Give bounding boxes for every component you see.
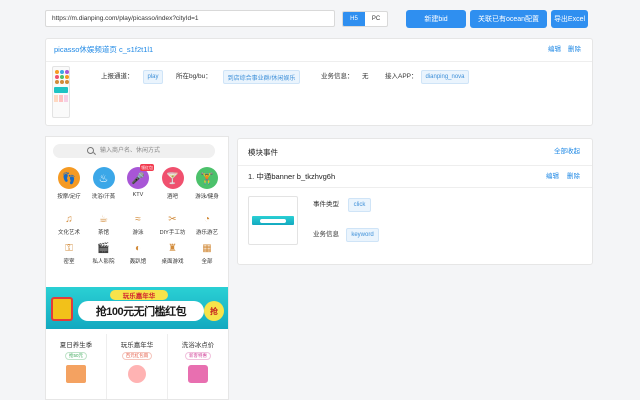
- promo-image: [188, 365, 208, 383]
- promo-tiles: 夏日养生季 抢50元 玩乐嘉年华 百元红包雨 洗浴冰点价 新客特惠: [46, 334, 228, 399]
- category-row-1: 👣 按摩/足疗 ♨ 洗浴/汗蒸 🎤 领红包 KTV 🍸 酒吧 🏋 游泳/健身: [49, 164, 227, 200]
- module-events-panel: 模块事件 全部收起 1. 中通banner b_tkzhvg6h 编辑 删除 事…: [237, 138, 593, 265]
- new-bid-button[interactable]: 新建bid: [406, 10, 466, 28]
- module-delete-link[interactable]: 删除: [567, 173, 580, 181]
- event-type-label: 事件类型: [313, 201, 339, 208]
- category-row-2: ♫ 文化艺术 ☕ 茶馆 ≈ 游泳 ✂ DIY手工坊 ◔ 游乐游艺: [49, 212, 227, 237]
- link-ocean-button[interactable]: 关联已有ocean配置: [470, 10, 547, 28]
- category-swim[interactable]: ≈ 游泳: [121, 212, 155, 237]
- category-massage[interactable]: 👣 按摩/足疗: [52, 167, 86, 200]
- promo-tile[interactable]: 玩乐嘉年华 百元红包雨: [107, 334, 168, 399]
- category-bath[interactable]: ♨ 洗浴/汗蒸: [87, 167, 121, 200]
- ktv-badge: 领红包: [140, 164, 154, 171]
- pacman-icon: ◔: [203, 213, 211, 225]
- divider: [238, 187, 592, 188]
- business-value: 无: [362, 73, 369, 80]
- platform-toggle: H5 PC: [342, 11, 388, 27]
- category-tea[interactable]: ☕ 茶馆: [87, 212, 121, 237]
- category-row-3: ⚿ 密室 🎬 私人影院 ◐ 轰趴馆 ♜ 桌面游戏 ▦ 全部: [49, 241, 227, 266]
- cocktail-icon: 🍸: [161, 167, 184, 189]
- channel-tag: play: [143, 70, 163, 84]
- category-bar[interactable]: 🍸 酒吧: [156, 167, 190, 200]
- page-info-card: picasso休娱频道页 c_s1f2t1l1 编辑 删除 上报通道： play…: [45, 38, 593, 126]
- module-item-title: 1. 中通banner b_tkzhvg6h: [248, 172, 336, 181]
- business-label: 业务信息：: [321, 73, 354, 80]
- app-tag: dianping_nova: [421, 70, 469, 84]
- search-placeholder: 输入商户名、休闲方式: [100, 148, 161, 154]
- scissors-icon: ✂: [168, 213, 177, 225]
- business-info-tag: keyword: [346, 228, 379, 242]
- category-ktv[interactable]: 🎤 领红包 KTV: [121, 164, 155, 200]
- banner-main-text: 抢100元无门槛红包: [78, 301, 204, 321]
- mask-icon: ◐: [134, 242, 142, 254]
- banner-top-pill: 玩乐嘉年华: [110, 290, 168, 300]
- business-info-label: 业务信息: [313, 231, 339, 238]
- page-delete-link[interactable]: 删除: [568, 46, 581, 54]
- divider: [238, 165, 592, 166]
- event-type-tag: click: [348, 198, 371, 212]
- promo-image: [66, 365, 86, 383]
- search-input[interactable]: 输入商户名、休闲方式: [53, 144, 215, 158]
- promo-tile[interactable]: 洗浴冰点价 新客特惠: [168, 334, 228, 399]
- category-party[interactable]: ◐ 轰趴馆: [121, 241, 155, 266]
- bg-label: 所在bg/bu：: [176, 73, 212, 80]
- category-fitness[interactable]: 🏋 游泳/健身: [190, 167, 224, 200]
- pc-toggle-button[interactable]: PC: [365, 12, 387, 26]
- collapse-all-link[interactable]: 全部收起: [554, 148, 580, 156]
- foot-icon: 👣: [58, 167, 80, 189]
- module-events-title: 模块事件: [248, 148, 278, 157]
- promo-image: [128, 365, 146, 383]
- promo-tile[interactable]: 夏日养生季 抢50元: [46, 334, 107, 399]
- bg-tag: 到店综合事业群/休闲娱乐: [223, 70, 300, 84]
- category-cinema[interactable]: 🎬 私人影院: [87, 241, 121, 266]
- banner-cta-button[interactable]: 抢: [204, 301, 224, 321]
- channel-label: 上报通道：: [101, 73, 134, 80]
- grid-icon: ▦: [202, 242, 212, 254]
- gift-box-icon: [51, 297, 73, 321]
- bath-icon: ♨: [92, 167, 115, 189]
- category-culture[interactable]: ♫ 文化艺术: [52, 212, 86, 237]
- category-escape-room[interactable]: ⚿ 密室: [52, 241, 86, 266]
- lyre-icon: ♫: [65, 213, 73, 225]
- category-board-game[interactable]: ♜ 桌面游戏: [156, 241, 190, 266]
- app-label: 接入APP：: [385, 73, 418, 80]
- export-excel-button[interactable]: 导出Excel: [551, 10, 588, 28]
- promo-banner[interactable]: 玩乐嘉年华 抢100元无门槛红包 抢: [46, 287, 228, 329]
- phone-preview: 输入商户名、休闲方式 👣 按摩/足疗 ♨ 洗浴/汗蒸 🎤 领红包 KTV 🍸 酒…: [45, 136, 229, 400]
- teapot-icon: ☕: [99, 213, 108, 225]
- page-title[interactable]: picasso休娱频道页 c_s1f2t1l1: [54, 46, 153, 54]
- divider: [46, 61, 592, 62]
- category-all[interactable]: ▦ 全部: [190, 241, 224, 266]
- swim-icon: ≈: [135, 213, 141, 225]
- page-edit-link[interactable]: 编辑: [548, 46, 561, 54]
- url-input-value: https://m.dianping.com/play/picasso/inde…: [52, 15, 199, 22]
- chess-icon: ♜: [168, 242, 177, 254]
- h5-toggle-button[interactable]: H5: [343, 12, 365, 26]
- dumbbell-icon: 🏋: [196, 167, 218, 189]
- module-thumbnail: [248, 196, 298, 245]
- category-arcade[interactable]: ◔ 游乐游艺: [190, 212, 224, 237]
- search-icon-handle: [93, 152, 96, 156]
- key-icon: ⚿: [65, 242, 73, 254]
- category-diy[interactable]: ✂ DIY手工坊: [156, 212, 190, 237]
- cinema-icon: 🎬: [97, 242, 110, 254]
- url-input-box[interactable]: https://m.dianping.com/play/picasso/inde…: [45, 10, 335, 27]
- module-edit-link[interactable]: 编辑: [546, 173, 559, 181]
- page-thumbnail: [52, 66, 70, 118]
